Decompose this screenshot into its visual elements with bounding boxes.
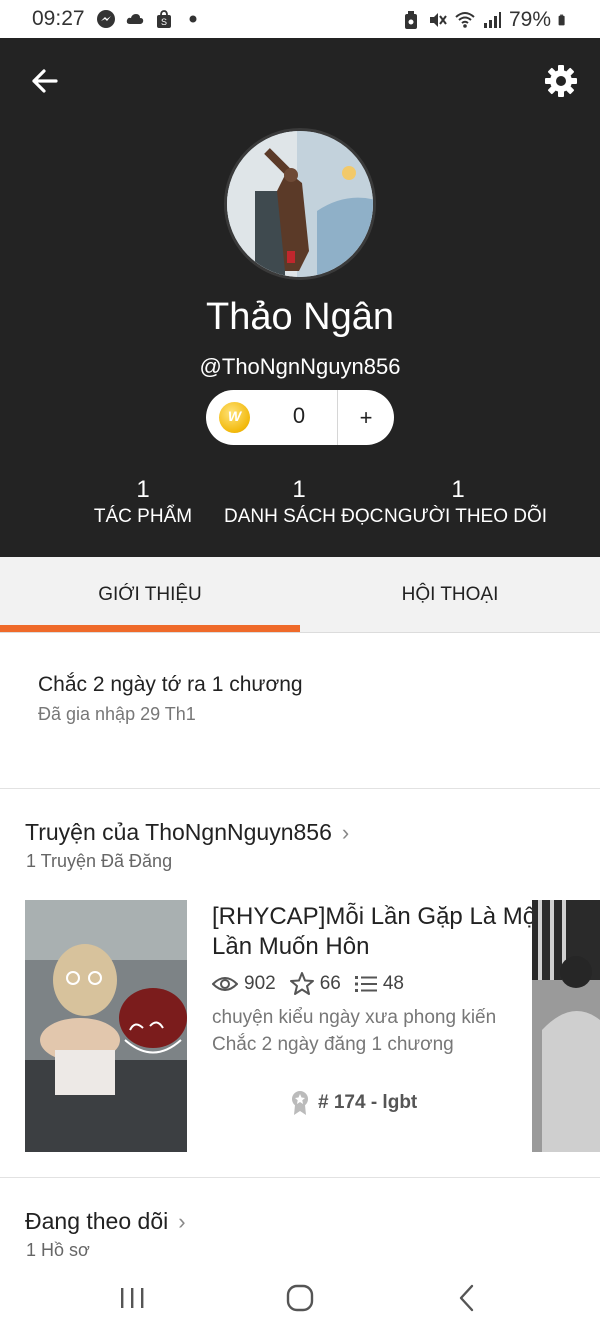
stories-title-text: Truyện của ThoNgnNguyn856 [25,819,332,845]
stat-works[interactable]: 1 TÁC PHẨM [88,476,198,528]
following-section: Đang theo dõi › 1 Hồ sơ [0,1179,600,1279]
tab-about[interactable]: GIỚI THIỆU [0,557,300,633]
coin-count: 0 [292,403,306,428]
story-rank[interactable]: # 174 - lgbt [290,1090,417,1116]
mute-icon [429,13,447,27]
stat-followers[interactable]: 1 NGƯỜI THEO DÕI [384,476,548,528]
avatar-photo [227,131,373,277]
story-update-schedule: Chắc 2 ngày đăng 1 chương [212,1034,454,1055]
story-description-text: chuyện kiểu ngày xưa phong kiến [212,1007,497,1028]
profile-tabs: GIỚI THIỆU HỘI THOẠI [0,557,600,633]
story-votes: 66 [289,972,341,995]
following-count: 1 Hồ sơ [26,1240,90,1260]
username: @ThoNgnNguyn856 [199,354,401,379]
stat-works-count: 1 [136,476,150,503]
story-cover-image [25,900,187,1152]
status-right-icons: 79% [401,8,570,32]
recent-apps-icon[interactable] [112,1281,152,1315]
about-description: Chắc 2 ngày tớ ra 1 chương [38,673,303,696]
story-reads-count: 902 [244,972,276,994]
profile-header: Thảo Ngân @ThoNgnNguyn856 W 0 + 1 TÁC PH… [0,38,600,557]
join-date: Đã gia nhập 29 Th1 [38,704,196,724]
coin-balance-pill[interactable]: W 0 + [206,390,394,445]
about-section: Chắc 2 ngày tớ ra 1 chương Đã gia nhập 2… [0,633,600,789]
story-title[interactable]: [RHYCAP]Mỗi Lần Gặp Là Một Lần Muốn Hôn [212,902,582,962]
shopping-bag-icon: S [157,10,171,28]
status-time: 09:27 [32,7,85,30]
system-nav-bar [0,1265,600,1333]
battery-percent: 79% [508,8,551,31]
status-bar: 09:27 S 79% [0,0,600,38]
story-cover-partial[interactable] [532,900,600,1152]
chevron-right-icon: › [178,1209,186,1234]
stat-followers-label: NGƯỜI THEO DÕI [384,506,548,527]
coin-icon: W [219,402,250,433]
stories-section-title[interactable]: Truyện của ThoNgnNguyn856 › [25,819,349,846]
rank-ribbon-icon [292,1091,308,1115]
messenger-icon [97,10,115,28]
back-arrow-icon[interactable] [28,64,62,98]
story-description: chuyện kiểu ngày xưa phong kiến Chắc 2 n… [212,1004,512,1058]
story-reads: 902 [212,973,276,995]
nav-back-icon[interactable] [448,1281,488,1315]
story-parts-count: 48 [382,972,404,994]
profile-avatar[interactable] [224,128,376,280]
following-section-title[interactable]: Đang theo dõi › [25,1208,186,1235]
svg-text:S: S [161,17,167,27]
stat-reading-lists-count: 1 [292,476,306,503]
active-tab-indicator [0,625,300,632]
stories-count: 1 Truyện Đã Đăng [26,851,173,871]
stories-section: Truyện của ThoNgnNguyn856 › 1 Truyện Đã Đ… [0,790,600,1178]
star-icon [289,972,314,995]
story-rank-text: # 174 - lgbt [318,1092,418,1113]
stat-reading-lists-label: DANH SÁCH ĐỌC [224,506,384,527]
eye-icon [212,976,238,991]
settings-gear-icon[interactable] [542,62,580,100]
list-icon [354,975,377,992]
chevron-right-icon: › [341,820,350,845]
stat-followers-count: 1 [451,476,465,503]
stat-reading-lists[interactable]: 1 DANH SÁCH ĐỌC [224,476,384,528]
story-stats: 902 66 48 [212,972,418,995]
story-cover[interactable] [25,900,187,1152]
wifi-icon [455,12,475,28]
add-coins-button[interactable]: + [338,390,394,445]
status-left-icons: S [96,9,203,29]
signal-icon [483,12,501,28]
home-icon[interactable] [280,1281,320,1315]
following-title-text: Đang theo dõi [25,1208,169,1234]
story-parts: 48 [354,972,404,995]
dot-icon [189,15,197,23]
story-votes-count: 66 [319,972,341,994]
lock-battery-icon [404,11,417,29]
coin-symbol: W [227,408,242,424]
story-cover-image-partial [532,900,600,1152]
stat-works-label: TÁC PHẨM [93,506,193,527]
cloud-icon [126,14,144,24]
battery-icon [558,14,565,26]
tab-conversations[interactable]: HỘI THOẠI [300,557,600,633]
display-name: Thảo Ngân [205,296,394,338]
